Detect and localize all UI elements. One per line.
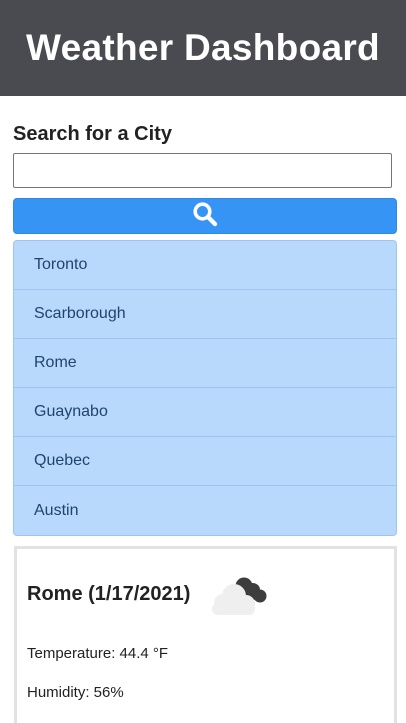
current-city-title: Rome (1/17/2021) (27, 582, 191, 605)
city-item-label: Toronto (34, 256, 88, 273)
temperature-text: Temperature: 44.4 °F (27, 645, 169, 662)
city-item-label: Quebec (34, 452, 91, 469)
city-item-scarborough[interactable]: Scarborough (14, 290, 396, 339)
search-history-list: Toronto Scarborough Rome Guaynabo Quebec… (13, 240, 397, 536)
humidity-text: Humidity: 56% (27, 684, 124, 701)
page-title: Weather Dashboard (26, 27, 380, 68)
search-input[interactable] (13, 153, 392, 188)
current-weather-heading: Rome (1/17/2021) (27, 567, 394, 621)
city-item-label: Guaynabo (34, 403, 108, 420)
city-item-label: Scarborough (34, 305, 126, 322)
search-icon (192, 201, 218, 232)
current-weather-card: Rome (1/17/2021) Temperature: 44.4 °F Hu… (14, 546, 397, 723)
search-button[interactable] (13, 198, 397, 234)
cloud-icon (202, 567, 272, 621)
city-item-label: Rome (34, 354, 77, 371)
city-item-guaynabo[interactable]: Guaynabo (14, 388, 396, 437)
city-item-toronto[interactable]: Toronto (14, 241, 396, 290)
city-item-quebec[interactable]: Quebec (14, 437, 396, 486)
search-label: Search for a City (13, 123, 172, 145)
page-header: Weather Dashboard (0, 0, 406, 96)
city-item-label: Austin (34, 501, 79, 519)
city-item-rome[interactable]: Rome (14, 339, 396, 388)
main-content: Search for a City Toronto Scarborough Ro… (0, 123, 406, 723)
city-item-austin[interactable]: Austin (14, 486, 396, 535)
